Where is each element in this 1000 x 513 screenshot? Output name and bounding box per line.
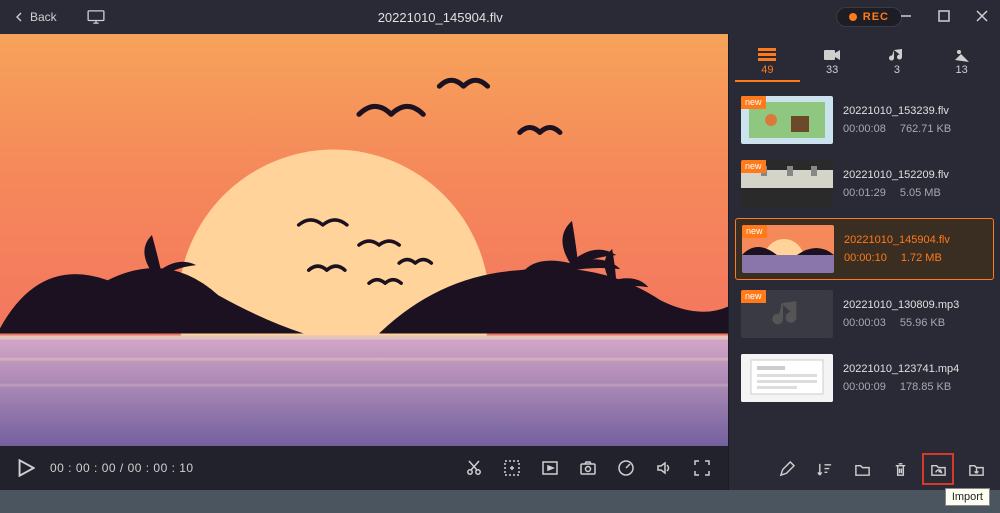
media-tabs: 49 33 3 13 (729, 34, 1000, 84)
sidebar-toolbar: Import (729, 448, 1000, 490)
record-button[interactable]: REC (836, 7, 902, 27)
import-tooltip: Import (945, 488, 990, 506)
item-size: 5.05 MB (900, 187, 941, 199)
rename-button[interactable] (774, 457, 798, 481)
speed-button[interactable] (612, 454, 640, 482)
item-size: 178.85 KB (900, 381, 951, 393)
import-button[interactable] (926, 457, 950, 481)
player-controls: 00 : 00 : 00 / 00 : 00 : 10 (0, 446, 728, 490)
new-badge: new (742, 225, 767, 238)
export-button[interactable] (964, 457, 988, 481)
item-name: 20221010_153239.flv (843, 105, 988, 117)
list-item[interactable]: new 20221010_153239.flv 00:00:08 762.71 … (735, 90, 994, 150)
sidebar: 49 33 3 13 ne (728, 34, 1000, 490)
minimize-button[interactable] (898, 8, 914, 24)
fullscreen-button[interactable] (688, 454, 716, 482)
item-duration: 00:00:10 (844, 252, 887, 264)
list-item[interactable]: new 20221010_145904.flv 00:00:10 1.72 MB (735, 218, 994, 280)
list-item[interactable]: new 20221010_130809.mp3 00:00:03 55.96 K… (735, 284, 994, 344)
item-duration: 00:00:08 (843, 123, 886, 135)
player-panel: 00 : 00 : 00 / 00 : 00 : 10 (0, 34, 728, 490)
item-size: 55.96 KB (900, 317, 945, 329)
thumbnail: new (741, 96, 833, 144)
item-duration: 00:00:03 (843, 317, 886, 329)
tab-all-count: 49 (761, 64, 773, 76)
trim-button[interactable] (460, 454, 488, 482)
volume-button[interactable] (650, 454, 678, 482)
item-name: 20221010_130809.mp3 (843, 299, 988, 311)
thumbnail: new (741, 290, 833, 338)
item-name: 20221010_145904.flv (844, 234, 987, 246)
item-name: 20221010_123741.mp4 (843, 363, 988, 375)
title-filename: 20221010_145904.flv (45, 10, 836, 25)
item-size: 762.71 KB (900, 123, 951, 135)
tab-image[interactable]: 13 (929, 47, 994, 76)
tab-all[interactable]: 49 (735, 47, 800, 82)
item-duration: 00:01:29 (843, 187, 886, 199)
media-list[interactable]: new 20221010_153239.flv 00:00:08 762.71 … (729, 84, 1000, 448)
new-badge: new (741, 96, 766, 109)
thumbnail: new (742, 225, 834, 273)
tab-audio[interactable]: 3 (865, 47, 930, 76)
titlebar: Back 20221010_145904.flv REC (0, 0, 1000, 34)
tab-audio-count: 3 (894, 64, 900, 76)
maximize-button[interactable] (936, 8, 952, 24)
thumbnail: new (741, 160, 833, 208)
sort-button[interactable] (812, 457, 836, 481)
window-controls (898, 8, 990, 24)
record-label: REC (863, 11, 889, 23)
time-display: 00 : 00 : 00 / 00 : 00 : 10 (50, 461, 194, 475)
folder-button[interactable] (850, 457, 874, 481)
app-window: Back 20221010_145904.flv REC (0, 0, 1000, 490)
record-dot-icon (849, 13, 857, 21)
tab-video[interactable]: 33 (800, 47, 865, 76)
thumbnail (741, 354, 833, 402)
crop-button[interactable] (498, 454, 526, 482)
list-item[interactable]: 20221010_123741.mp4 00:00:09 178.85 KB (735, 348, 994, 408)
new-badge: new (741, 160, 766, 173)
edit-button[interactable] (536, 454, 564, 482)
snapshot-button[interactable] (574, 454, 602, 482)
item-duration: 00:00:09 (843, 381, 886, 393)
new-badge: new (741, 290, 766, 303)
tab-video-count: 33 (826, 64, 838, 76)
play-button[interactable] (12, 454, 40, 482)
delete-button[interactable] (888, 457, 912, 481)
list-item[interactable]: new 20221010_152209.flv 00:01:29 5.05 MB (735, 154, 994, 214)
close-button[interactable] (974, 8, 990, 24)
video-preview[interactable] (0, 34, 728, 446)
item-size: 1.72 MB (901, 252, 942, 264)
tab-image-count: 13 (956, 64, 968, 76)
body: 00 : 00 : 00 / 00 : 00 : 10 49 (0, 34, 1000, 490)
item-name: 20221010_152209.flv (843, 169, 988, 181)
